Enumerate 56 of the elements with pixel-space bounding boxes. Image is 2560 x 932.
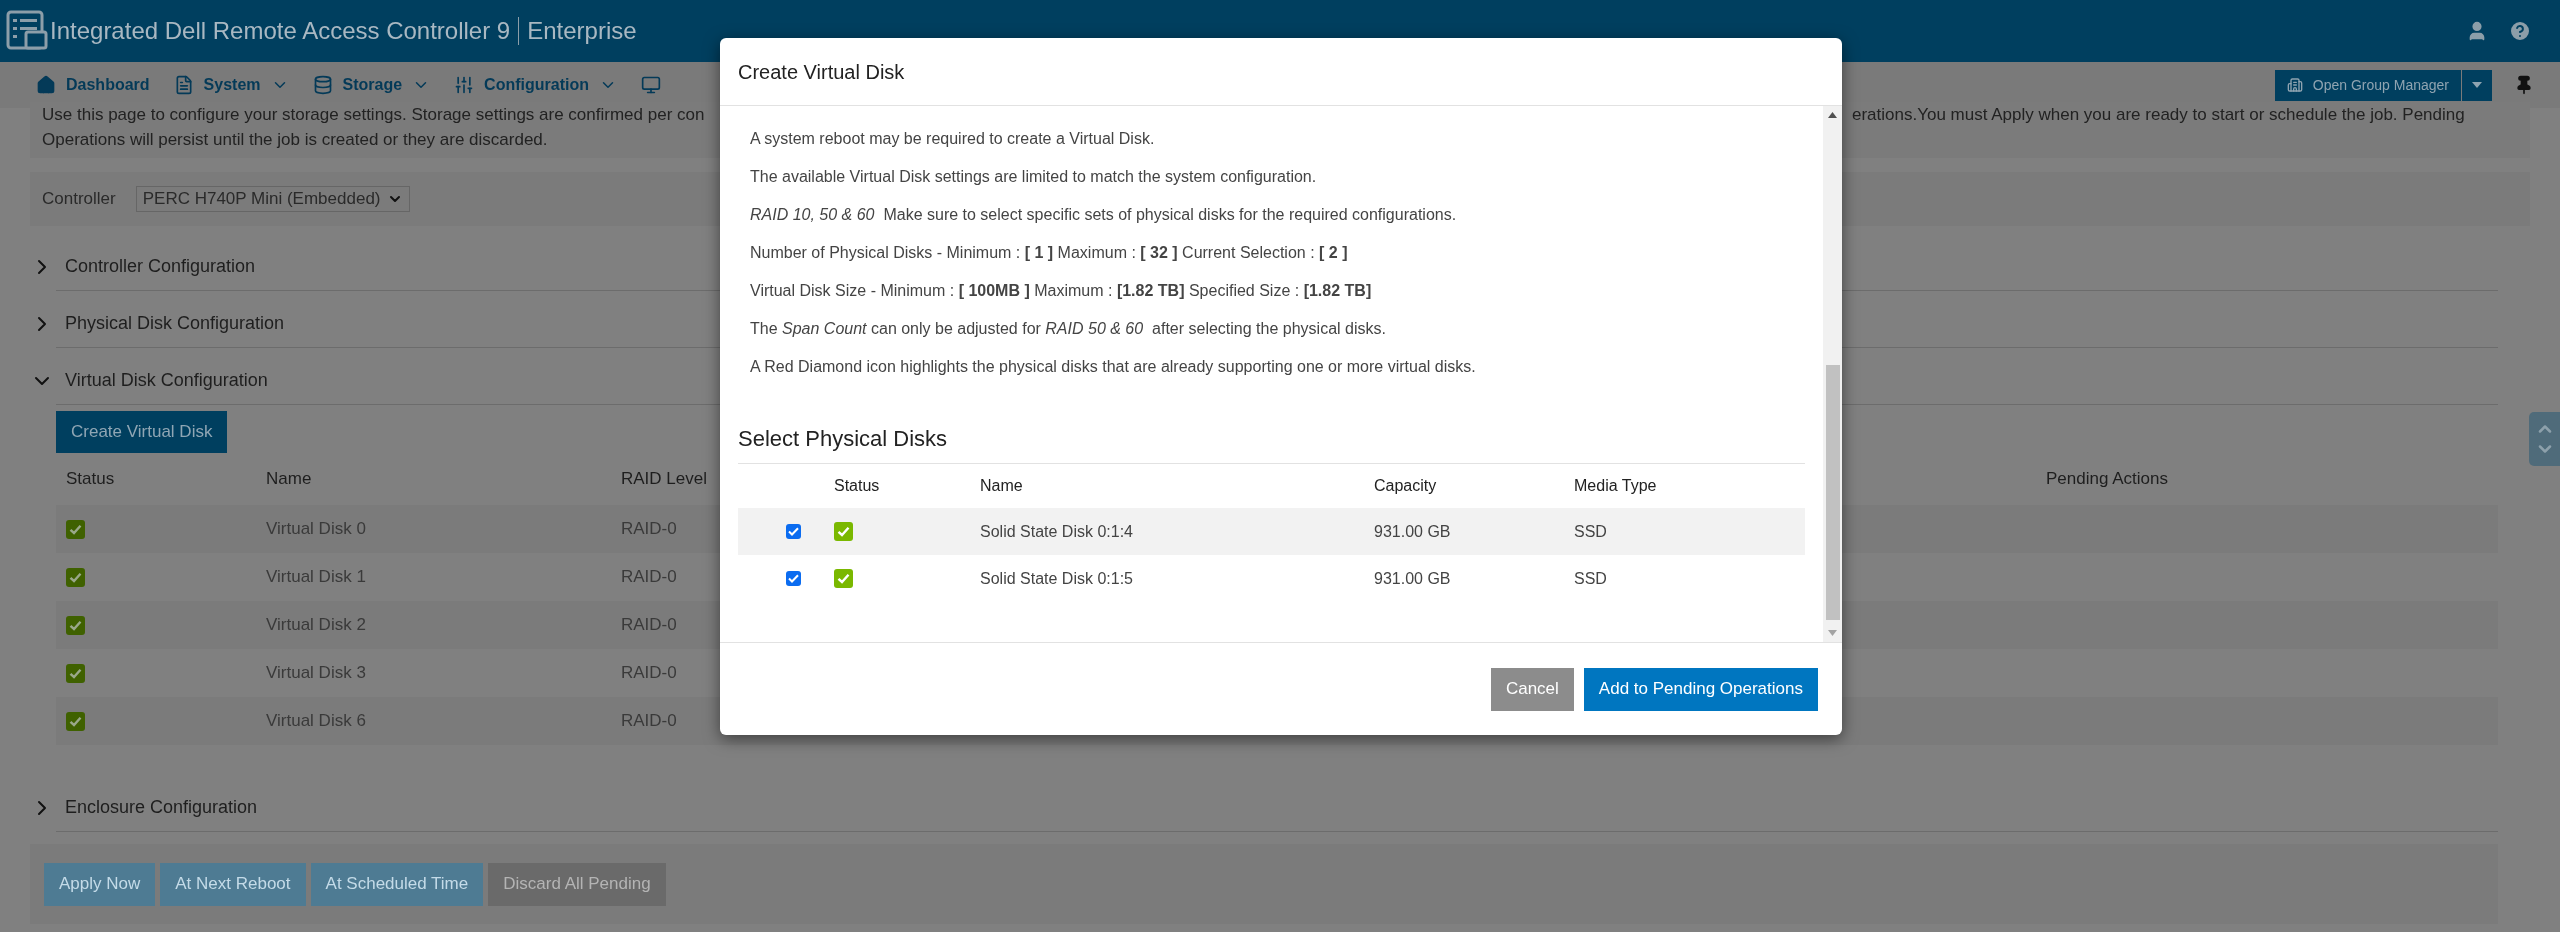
table-cell: 931.00 GB	[1374, 569, 1451, 587]
column-header: Media Type	[1574, 477, 1657, 494]
table-cell: Virtual Disk 0	[266, 519, 366, 539]
section-header[interactable]: Physical Disk Configuration	[30, 310, 285, 337]
note-text: A Red Diamond icon highlights the physical disks that are already supporting one or more virtual disks.	[750, 357, 1477, 377]
nav-item[interactable]: Configuration	[454, 73, 617, 97]
disk-row[interactable]: Solid State Disk 0:1:4 931.00 GB SSD	[738, 508, 1805, 555]
action-button[interactable]: At Next Reboot	[160, 862, 306, 906]
section-header[interactable]: Enclosure Configuration	[30, 794, 258, 821]
table-cell: RAID-0	[621, 615, 677, 635]
note-text: RAID 10, 50 & 60 Make sure to select specific sets of physical disks for the required configurations.	[750, 205, 1458, 225]
controller-label: Controller	[42, 188, 116, 211]
note-text: Number of Physical Disks - Minimum : [ 1 ] Maximum : [ 32 ] Current Selection : [ 2 ]	[750, 243, 1349, 263]
dialog-title: Create Virtual Disk	[738, 59, 905, 85]
section-header[interactable]: Virtual Disk Configuration	[30, 367, 268, 394]
note-text: The available Virtual Disk settings are limited to match the system configuration.	[750, 167, 1318, 187]
column-header: Name	[980, 477, 1023, 494]
controller-select[interactable]: PERC H740P Mini (Embedded)	[135, 186, 410, 212]
column-header: Pending Actions	[2046, 469, 2168, 489]
table-cell: Virtual Disk 2	[266, 615, 366, 635]
nav-item[interactable]: Storage	[312, 73, 431, 97]
table-cell: Solid State Disk 0:1:4	[980, 522, 1133, 540]
table-cell: SSD	[1574, 569, 1607, 587]
table-cell: RAID-0	[621, 519, 677, 539]
action-button[interactable]: At Scheduled Time	[310, 862, 484, 906]
note-text: A system reboot may be required to create a Virtual Disk.	[750, 129, 1156, 149]
app-title: Integrated Dell Remote Access Controller 9	[50, 16, 511, 46]
create-virtual-disk-button[interactable]: Create Virtual Disk	[56, 411, 228, 453]
table-cell: RAID-0	[621, 711, 677, 731]
table-cell: Virtual Disk 6	[266, 711, 366, 731]
column-header: Status	[834, 477, 880, 494]
nav-item[interactable]: System	[173, 73, 289, 97]
section-title: Select Physical Disks	[738, 426, 948, 451]
column-header: Capacity	[1374, 477, 1437, 494]
table-cell: Virtual Disk 1	[266, 567, 366, 587]
table-cell: SSD	[1574, 522, 1607, 540]
edition-label: Enterprise	[527, 16, 637, 46]
note-text: The Span Count can only be adjusted for RAID 50 & 60 after selecting the physical disks.	[750, 319, 1387, 339]
column-header: RAID Level	[621, 469, 707, 489]
table-cell: RAID-0	[621, 663, 677, 683]
intro-text: Use this page to configure your storage settings. Storage settings are confirmed per con	[42, 105, 705, 124]
intro-text: erations.You must Apply when you are ready to start or schedule the job. Pending	[1852, 104, 2465, 126]
table-cell: RAID-0	[621, 567, 677, 587]
add-button[interactable]: Add to Pending Operations	[1583, 667, 1818, 711]
table-cell: Solid State Disk 0:1:5	[980, 569, 1133, 587]
table-cell: 931.00 GB	[1374, 522, 1451, 540]
nav-item[interactable]: Dashboard	[36, 73, 150, 97]
table-cell: Virtual Disk 3	[266, 663, 366, 683]
column-header: Name	[266, 469, 312, 489]
intro-text: Operations will persist until the job is created or they are discarded.	[42, 130, 548, 149]
action-button[interactable]: Apply Now	[44, 862, 156, 906]
open-group-manager-button[interactable]: Open Group Manager	[2274, 69, 2461, 101]
section-header[interactable]: Controller Configuration	[30, 253, 256, 280]
column-header: Status	[66, 469, 115, 489]
cancel-button[interactable]: Cancel	[1490, 667, 1574, 711]
note-text: Virtual Disk Size - Minimum : [ 100MB ] Maximum : [1.82 TB] Specified Size : [1.82 TB]	[750, 281, 1373, 301]
